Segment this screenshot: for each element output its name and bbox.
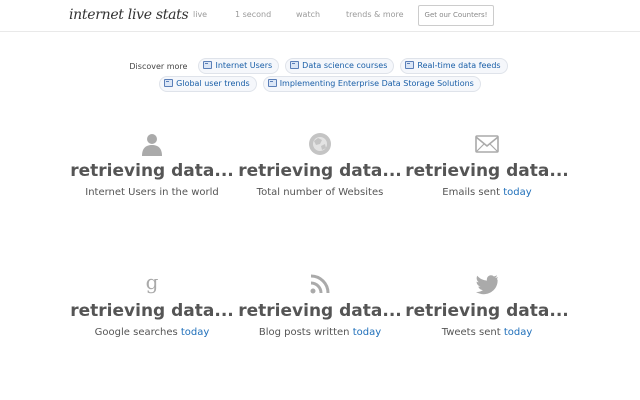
nav-item-1-second[interactable]: 1 second xyxy=(235,10,271,19)
discover-more-row-1: Discover more Internet Users Data scienc… xyxy=(0,58,640,74)
discover-link-data-science-courses[interactable]: Data science courses xyxy=(285,58,395,74)
today-link[interactable]: today xyxy=(504,327,532,338)
envelope-icon xyxy=(475,135,499,153)
top-navbar: internet live stats live 1 second watch … xyxy=(0,0,640,32)
rss-icon xyxy=(310,274,330,294)
get-counters-button[interactable]: Get our Counters! xyxy=(418,5,494,26)
svg-text:g: g xyxy=(146,272,159,294)
link-card-icon xyxy=(405,61,415,69)
nav-item-trends-more[interactable]: trends & more xyxy=(346,10,404,19)
discover-link-enterprise-data-storage[interactable]: Implementing Enterprise Data Storage Sol… xyxy=(262,76,481,92)
discover-link-internet-users[interactable]: Internet Users xyxy=(198,58,280,74)
nav-item-watch[interactable]: watch xyxy=(296,10,320,19)
stat-value: retrieving data... xyxy=(405,161,569,181)
discover-more-row-2: Global user trends Implementing Enterpri… xyxy=(0,76,640,92)
discover-link-real-time-data-feeds[interactable]: Real-time data feeds xyxy=(400,58,508,74)
globe-icon xyxy=(309,133,331,155)
twitter-icon xyxy=(476,275,498,295)
today-link[interactable]: today xyxy=(181,327,209,338)
user-icon xyxy=(142,134,162,156)
discover-link-global-user-trends[interactable]: Global user trends xyxy=(159,76,257,92)
stat-caption: Emails sent today xyxy=(442,187,532,198)
link-card-icon xyxy=(203,61,213,69)
discover-more-label: Discover more xyxy=(129,61,188,71)
stat-caption: Tweets sent today xyxy=(441,327,533,338)
nav-item-live[interactable]: live xyxy=(193,10,207,19)
link-card-icon xyxy=(164,79,174,87)
today-link[interactable]: today xyxy=(503,187,531,198)
link-card-icon xyxy=(267,79,277,87)
google-icon: g xyxy=(146,272,159,294)
link-card-icon xyxy=(290,61,300,69)
stat-value: retrieving data... xyxy=(405,301,569,321)
site-logo[interactable]: internet live stats xyxy=(69,7,189,23)
